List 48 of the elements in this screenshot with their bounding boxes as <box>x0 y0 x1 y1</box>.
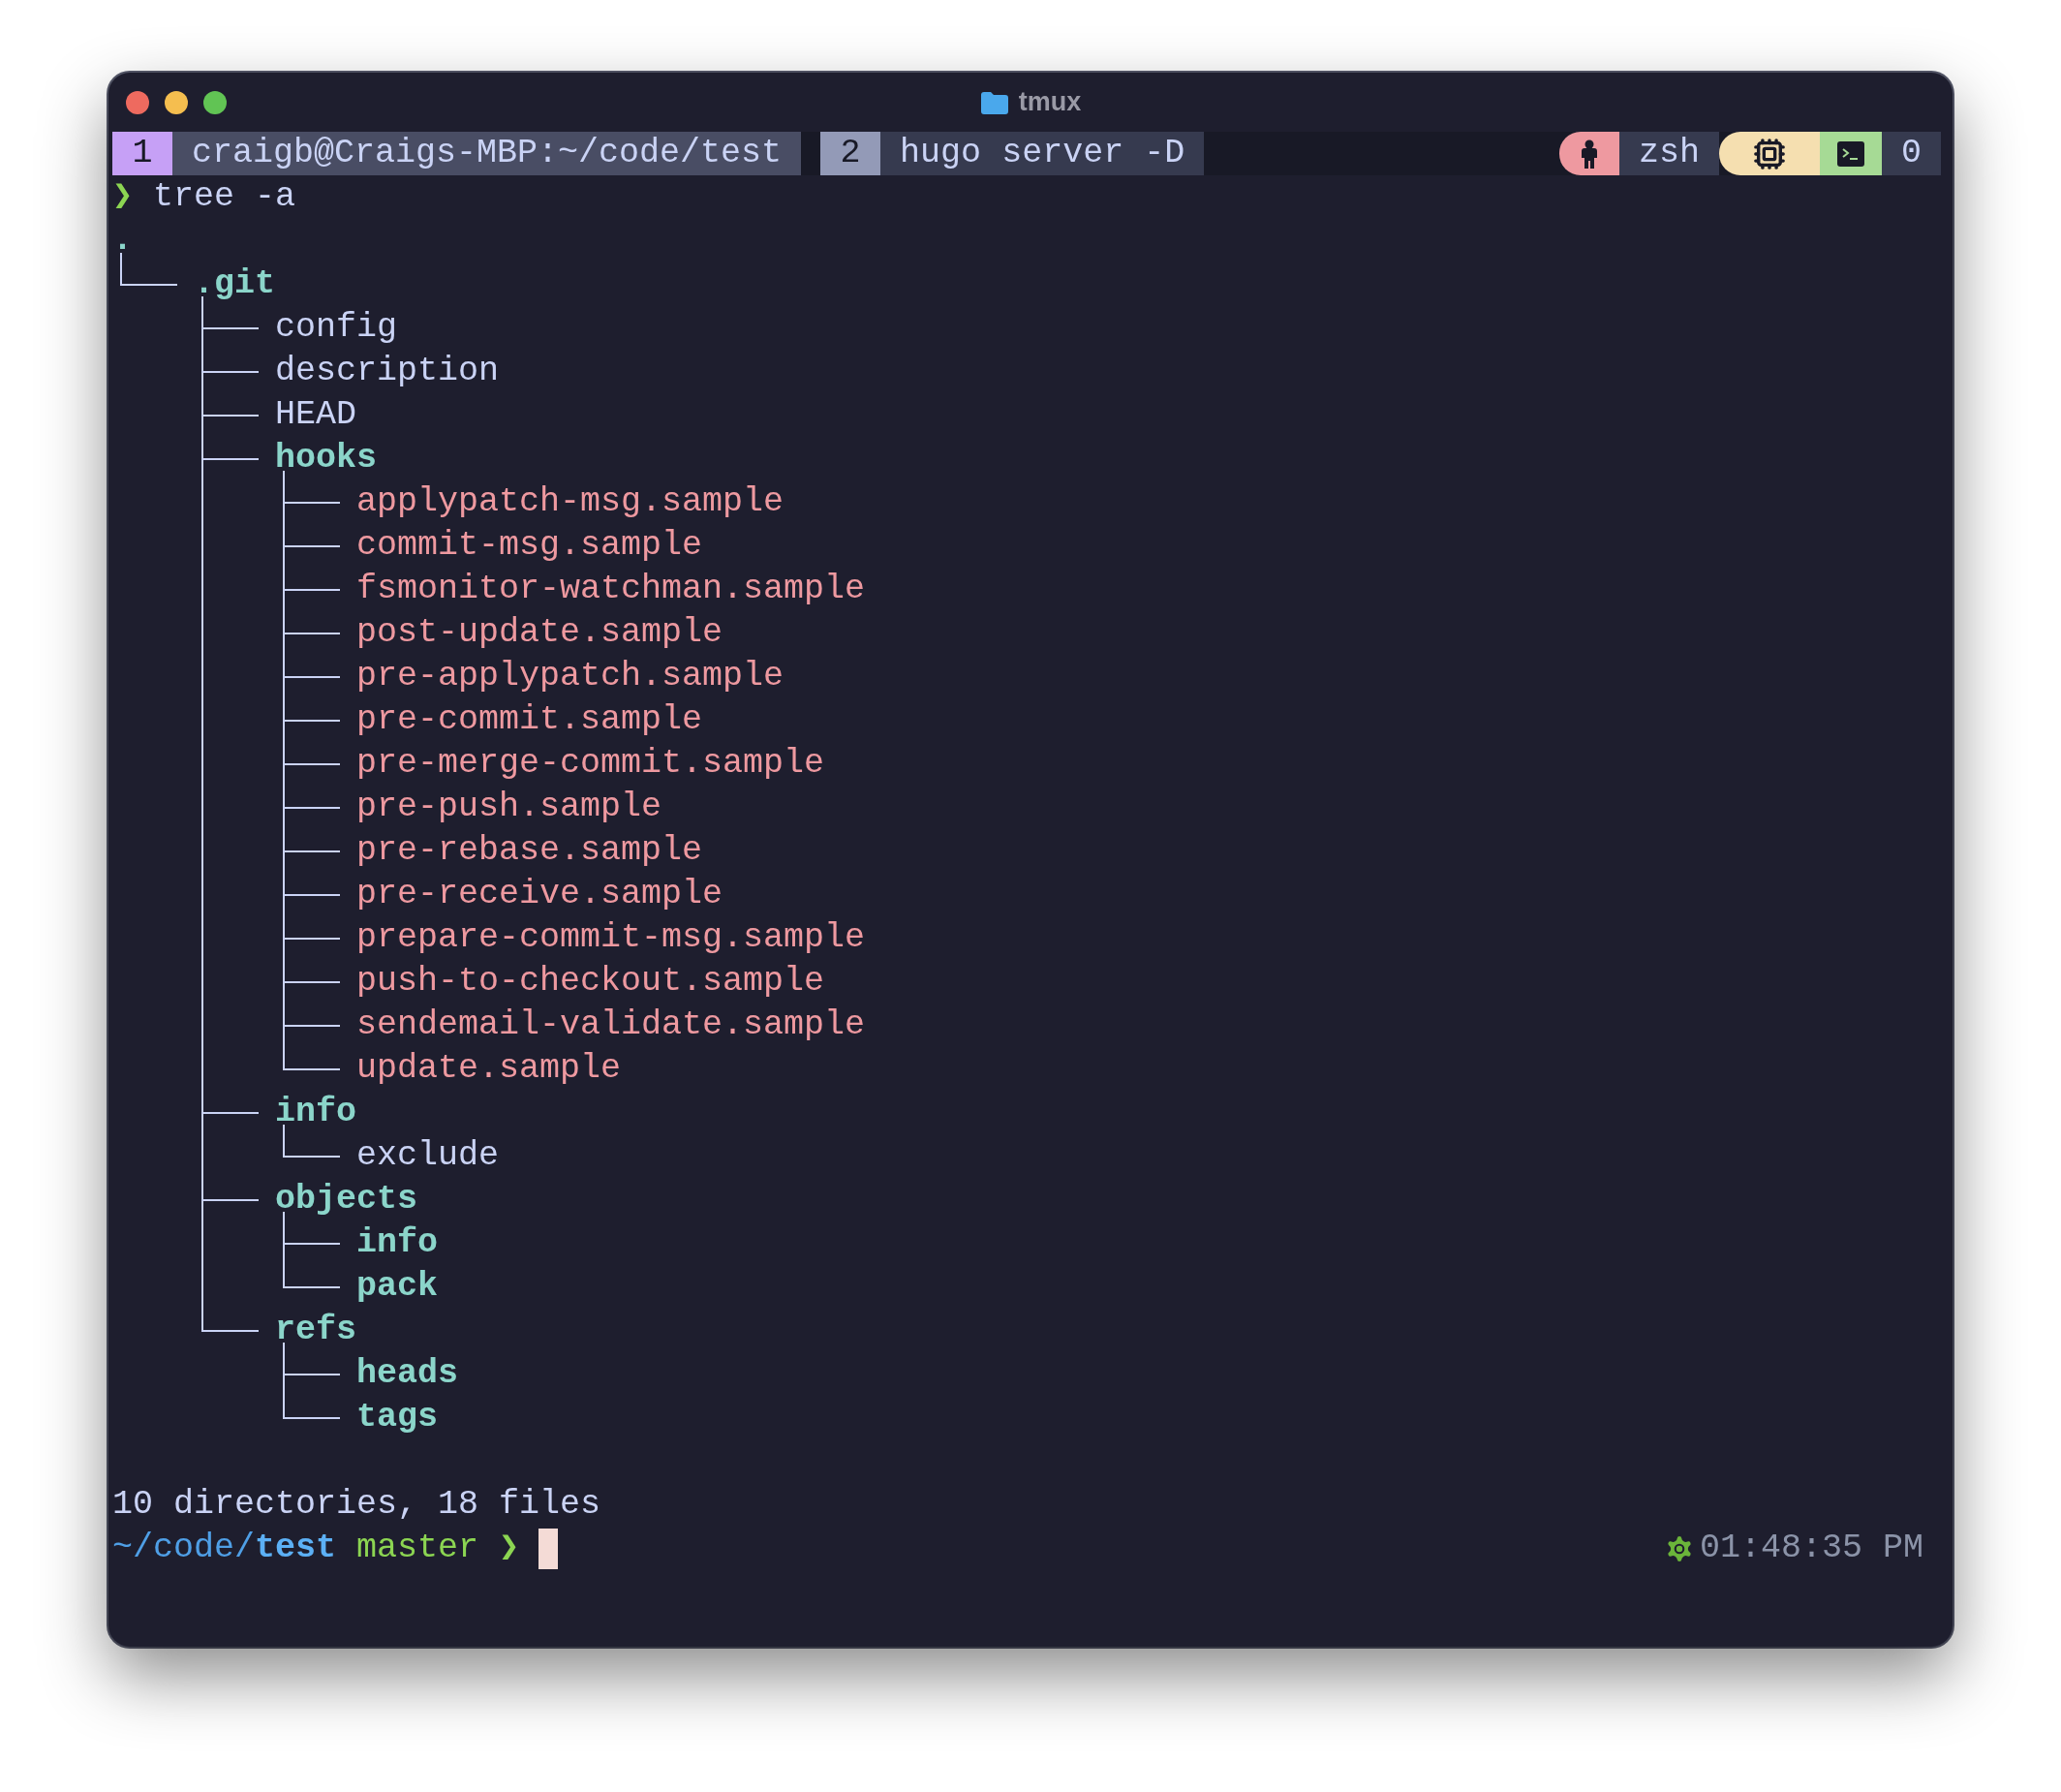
file-name: applypatch-msg.sample <box>356 481 784 523</box>
window-title: tmux <box>1018 87 1082 117</box>
file-name: pre-rebase.sample <box>356 830 703 872</box>
file-name: update.sample <box>356 1048 622 1090</box>
clock-time: 01:48:35 PM <box>1699 1528 1923 1569</box>
git-branch: master <box>355 1528 480 1569</box>
prompt-symbol: ❯ <box>112 176 134 218</box>
prompt-symbol: ❯ <box>499 1528 520 1569</box>
folder-name: info <box>275 1092 356 1133</box>
folder-name: heads <box>356 1353 459 1395</box>
file-name: post-update.sample <box>356 612 723 654</box>
summary-text: 10 directories, 18 files <box>112 1484 601 1526</box>
folder-name: objects <box>275 1179 418 1220</box>
close-button[interactable] <box>126 90 149 114</box>
folder-name: pack <box>356 1266 438 1308</box>
file-name: description <box>275 351 500 392</box>
file-name: commit-msg.sample <box>356 525 703 567</box>
folder-name: hooks <box>275 438 378 479</box>
file-name: HEAD <box>275 394 356 436</box>
folder-name: tags <box>356 1397 438 1438</box>
file-name: fsmonitor-watchman.sample <box>356 569 866 610</box>
folder-icon <box>979 90 1009 114</box>
folder-name: . <box>112 220 133 262</box>
file-name: sendemail-validate.sample <box>356 1004 866 1046</box>
cpu-icon <box>1753 137 1786 170</box>
file-name: pre-push.sample <box>356 787 662 828</box>
file-name: push-to-checkout.sample <box>356 961 825 1003</box>
folder-name: .git <box>194 263 275 305</box>
file-name: pre-applypatch.sample <box>356 656 784 697</box>
tree-branch-line <box>120 253 178 286</box>
tree-branch-line <box>283 1125 341 1158</box>
file-name: exclude <box>356 1135 500 1177</box>
minimize-button[interactable] <box>165 90 188 114</box>
session-name: zsh <box>1618 132 1719 175</box>
file-name: prepare-commit-msg.sample <box>356 917 866 959</box>
zoom-button[interactable] <box>203 90 227 114</box>
path-parent: ~/code/ <box>112 1528 256 1569</box>
path-current: test <box>255 1528 337 1569</box>
text-cursor <box>538 1528 559 1569</box>
command-text: tree -a <box>152 176 296 218</box>
file-name: pre-merge-commit.sample <box>356 743 825 785</box>
terminal-icon <box>1837 140 1864 167</box>
folder-name: info <box>356 1222 438 1264</box>
file-name: config <box>275 307 398 349</box>
folder-name: refs <box>275 1310 356 1351</box>
file-name: pre-commit.sample <box>356 699 703 741</box>
window-count: 0 <box>1882 132 1941 175</box>
file-name: pre-receive.sample <box>356 874 723 915</box>
